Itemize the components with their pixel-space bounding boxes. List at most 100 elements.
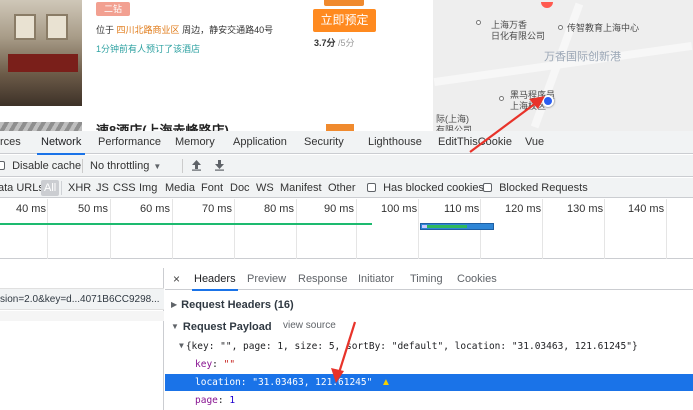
- request-payload-title: Request Payload: [182, 321, 272, 333]
- timeline-request-bar[interactable]: [420, 223, 494, 230]
- upload-icon[interactable]: [191, 155, 202, 177]
- has-blocked-cookies-label: Has blocked cookies: [383, 182, 484, 194]
- timeline-tick: 40 ms: [16, 203, 46, 215]
- tab-headers[interactable]: Headers: [192, 268, 238, 291]
- tab-vue[interactable]: Vue: [525, 131, 544, 154]
- filter-other[interactable]: Other: [328, 178, 356, 198]
- photo-detail: [46, 14, 68, 40]
- tab-lighthouse[interactable]: Lighthouse: [368, 131, 422, 154]
- request-detail-body: ▶ Request Headers (16) ▼ Request Payload v…: [165, 291, 693, 410]
- blocked-requests-label: Blocked Requests: [499, 182, 588, 194]
- hotel-photo[interactable]: [0, 0, 82, 106]
- timeline-tick: 60 ms: [140, 203, 170, 215]
- hotel-level-badge: 二钻: [96, 2, 130, 16]
- map-view[interactable]: 上海万香 日化有限公司 传智教育上海中心 万香国际创新港 黑马程序员 上海校区 …: [433, 0, 693, 131]
- filter-doc[interactable]: Doc: [230, 178, 250, 198]
- timeline-tick: 120 ms: [505, 203, 542, 215]
- request-payload-section[interactable]: ▼ Request Payload: [171, 321, 272, 333]
- tab-performance[interactable]: Performance: [98, 131, 161, 154]
- tab-response[interactable]: Response: [298, 268, 348, 290]
- download-icon[interactable]: [214, 155, 225, 177]
- request-url[interactable]: sion=2.0&key=d...4071B6CC9298...: [0, 289, 160, 311]
- toolbar-divider: [82, 159, 83, 173]
- checkbox-icon[interactable]: [367, 183, 376, 192]
- collapse-triangle-icon[interactable]: ▼: [179, 341, 184, 350]
- network-filter-bar: ata URLs All XHR JS CSS Img Media Font D…: [0, 178, 693, 198]
- filter-font[interactable]: Font: [201, 178, 223, 198]
- filter-xhr[interactable]: XHR: [68, 178, 91, 198]
- hotel-web-page: 二钻 位于 四川北路商业区 周边，静安交通路40号 1分钟前有人预订了该酒店 立…: [0, 0, 693, 131]
- filter-all[interactable]: All: [41, 180, 60, 196]
- timeline-gridline: [666, 199, 667, 259]
- payload-field-location[interactable]: location: "31.03463, 121.61245": [195, 377, 372, 388]
- payload-summary[interactable]: ▼ {key: "", page: 1, size: 5, sortBy: "de…: [179, 341, 638, 352]
- hide-data-urls-label[interactable]: ata URLs: [0, 178, 44, 198]
- blocked-requests-toggle[interactable]: Blocked Requests: [483, 178, 588, 198]
- tab-timing[interactable]: Timing: [410, 268, 443, 290]
- location-pin-icon[interactable]: [542, 95, 554, 107]
- filter-js[interactable]: JS: [96, 178, 109, 198]
- disable-cache-toggle[interactable]: Disable cache: [0, 155, 81, 177]
- chevron-down-icon: ▼: [153, 162, 162, 171]
- map-marker-icon[interactable]: [541, 2, 553, 8]
- field-name: location: [195, 377, 241, 388]
- address-prefix: 位于: [96, 25, 115, 35]
- filter-manifest[interactable]: Manifest: [280, 178, 322, 198]
- poi-dot-icon: [499, 96, 504, 101]
- tab-editthiscookie[interactable]: EditThisCookie: [438, 131, 512, 154]
- timeline-load-line: [0, 223, 372, 225]
- hotel-name[interactable]: 速8酒店(上海赤峰路店): [96, 120, 229, 131]
- hotel-photo[interactable]: [0, 122, 82, 131]
- request-row[interactable]: sion=2.0&key=d...4071B6CC9298...: [0, 288, 164, 310]
- poi-dot-icon: [476, 20, 481, 25]
- devtools-panel: rces Network Performance Memory Applicat…: [0, 131, 693, 410]
- tab-initiator[interactable]: Initiator: [358, 268, 394, 290]
- address-area-link[interactable]: 四川北路商业区: [117, 25, 180, 35]
- tab-network[interactable]: Network: [36, 131, 86, 155]
- filter-media[interactable]: Media: [165, 178, 195, 198]
- timeline-gridline: [418, 199, 419, 259]
- tab-memory[interactable]: Memory: [175, 131, 215, 154]
- tab-cookies[interactable]: Cookies: [457, 268, 497, 290]
- checkbox-icon[interactable]: [0, 161, 5, 170]
- recent-booking-notice: 1分钟前有人预订了该酒店: [96, 44, 201, 54]
- tab-security[interactable]: Security: [304, 131, 344, 154]
- field-name: key: [195, 359, 213, 370]
- timeline-gridline: [356, 199, 357, 259]
- map-poi-label: 际(上海) 有限公司: [436, 114, 473, 131]
- tab-preview[interactable]: Preview: [247, 268, 286, 290]
- request-headers-section[interactable]: ▶ Request Headers (16): [171, 299, 294, 311]
- close-icon[interactable]: ×: [173, 268, 180, 290]
- timeline-gridline: [234, 199, 235, 259]
- network-toolbar: Disable cache No throttling ▼: [0, 155, 693, 177]
- field-value: 1: [229, 395, 236, 406]
- disable-cache-label: Disable cache: [12, 160, 82, 172]
- timeline-gridline: [110, 199, 111, 259]
- network-timeline-overview[interactable]: 40 ms 50 ms 60 ms 70 ms 80 ms 90 ms 100 …: [0, 199, 693, 259]
- filter-img[interactable]: Img: [139, 178, 157, 198]
- collapse-triangle-icon[interactable]: ▼: [171, 322, 179, 331]
- hotel-address: 位于 四川北路商业区 周边，静安交通路40号: [96, 23, 273, 36]
- timeline-tick: 110 ms: [444, 203, 480, 215]
- book-now-button[interactable]: 立即预定: [313, 9, 376, 32]
- payload-field-key[interactable]: key: "": [195, 359, 235, 370]
- timeline-tick: 140 ms: [628, 203, 665, 215]
- has-blocked-cookies-toggle[interactable]: Has blocked cookies: [367, 178, 484, 198]
- checkbox-icon[interactable]: [483, 183, 492, 192]
- tab-sources[interactable]: rces: [0, 131, 21, 154]
- filter-ws[interactable]: WS: [256, 178, 274, 198]
- bar-segment: [427, 225, 467, 228]
- price-fragment: [326, 124, 354, 131]
- tab-application[interactable]: Application: [233, 131, 287, 154]
- expand-triangle-icon[interactable]: ▶: [171, 300, 177, 309]
- throttling-select[interactable]: No throttling ▼: [90, 155, 161, 177]
- payload-summary-text: {key: "", page: 1, size: 5, sortBy: "def…: [185, 341, 638, 352]
- request-list: sion=2.0&key=d...4071B6CC9298...: [0, 268, 164, 410]
- filter-css[interactable]: CSS: [113, 178, 136, 198]
- request-row-blank: [0, 311, 164, 321]
- timeline-tick: 80 ms: [264, 203, 294, 215]
- poi-dot-icon: [558, 25, 563, 30]
- payload-field-page[interactable]: page: 1: [195, 395, 235, 406]
- field-value: "31.03463, 121.61245": [252, 377, 373, 388]
- view-source-link[interactable]: view source: [283, 320, 336, 331]
